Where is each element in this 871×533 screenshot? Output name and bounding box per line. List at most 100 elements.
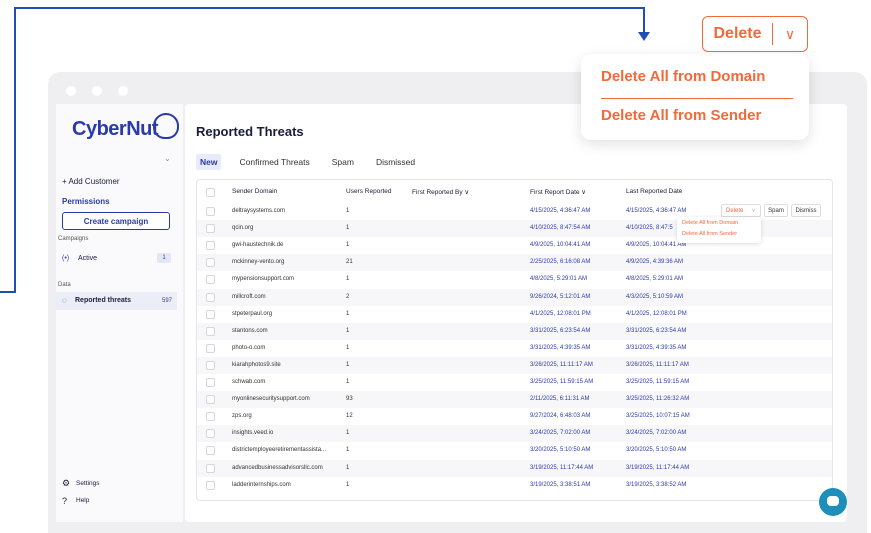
- chevron-down-icon[interactable]: ⌄: [164, 154, 171, 163]
- table-row[interactable]: [197, 323, 832, 340]
- sidebar: [56, 104, 183, 522]
- tab-new[interactable]: New: [196, 154, 222, 170]
- row-checkbox[interactable]: [206, 446, 215, 455]
- row-checkbox[interactable]: [206, 224, 215, 233]
- cell-sender-domain: kiarahphotos9.site: [232, 362, 281, 368]
- cell-last-reported-date: 4/3/2025, 5:10:59 AM: [626, 294, 684, 300]
- table-row[interactable]: [197, 340, 832, 357]
- row-delete-label: Delete: [726, 207, 744, 214]
- column-header-users-reported[interactable]: Users Reported: [346, 188, 392, 195]
- help-link[interactable]: Help: [76, 497, 89, 504]
- cell-sender-domain: zps.org: [232, 413, 252, 419]
- window-dot-3: [118, 86, 128, 96]
- cell-sender-domain: millcroft.com: [232, 294, 266, 300]
- column-header-first-reported-by[interactable]: First Reported By ∨: [412, 188, 469, 196]
- cell-first-report-date: 4/1/2025, 12:08:01 PM: [530, 311, 591, 317]
- cell-users-reported: 1: [346, 447, 350, 453]
- cell-sender-domain: districtemployeeretirementassista...: [232, 447, 327, 453]
- row-spam-button[interactable]: Spam: [764, 204, 788, 217]
- menu-item-delete-all-domain[interactable]: Delete All from Domain: [682, 220, 756, 231]
- delete-dropdown-button[interactable]: Delete ∨: [702, 16, 808, 52]
- chat-bubble-icon[interactable]: [819, 488, 847, 516]
- page-title: Reported Threats: [196, 124, 304, 139]
- cell-last-reported-date: 3/25/2025, 11:26:32 AM: [626, 396, 690, 402]
- window-dot-1: [66, 86, 76, 96]
- select-all-checkbox[interactable]: [206, 188, 215, 197]
- row-checkbox[interactable]: [206, 241, 215, 250]
- row-checkbox[interactable]: [206, 429, 215, 438]
- cell-last-reported-date: 4/10/2025, 8:47:5: [626, 225, 673, 231]
- table-row[interactable]: [197, 408, 832, 425]
- row-checkbox[interactable]: [206, 327, 215, 336]
- menu-item-delete-all-sender[interactable]: Delete All from Sender: [682, 231, 756, 242]
- cell-last-reported-date: 3/31/2025, 6:23:54 AM: [626, 328, 687, 334]
- row-checkbox[interactable]: [206, 207, 215, 216]
- cell-sender-domain: insights.veed.io: [232, 430, 274, 436]
- menu-item-delete-all-from-domain[interactable]: Delete All from Domain: [601, 68, 809, 98]
- cell-users-reported: 1: [346, 276, 350, 282]
- row-checkbox[interactable]: [206, 344, 215, 353]
- cell-first-report-date: 2/11/2025, 6:11:31 AM: [530, 396, 590, 402]
- menu-divider: [601, 98, 793, 99]
- row-dismiss-button[interactable]: Dismiss: [791, 204, 821, 217]
- cell-last-reported-date: 4/9/2025, 4:39:36 AM: [626, 259, 684, 265]
- connector-line-vertical-left: [14, 7, 16, 293]
- cell-users-reported: 1: [346, 242, 350, 248]
- row-checkbox[interactable]: [206, 258, 215, 267]
- delete-label: Delete: [713, 25, 762, 42]
- chevron-down-icon: ∨: [751, 208, 756, 214]
- tab-confirmed-threats[interactable]: Confirmed Threats: [235, 154, 313, 170]
- column-header-sender-domain[interactable]: Sender Domain: [232, 188, 277, 195]
- tab-dismissed[interactable]: Dismissed: [372, 154, 419, 170]
- table-row[interactable]: [197, 289, 832, 306]
- row-checkbox[interactable]: [206, 293, 215, 302]
- cell-last-reported-date: 4/1/2025, 12:08:01 PM: [626, 311, 687, 317]
- row-checkbox[interactable]: [206, 412, 215, 421]
- cell-first-report-date: 3/26/2025, 11:11:17 AM: [530, 362, 593, 368]
- row-checkbox[interactable]: [206, 481, 215, 490]
- create-campaign-button[interactable]: Create campaign: [62, 212, 170, 230]
- cell-first-report-date: 3/24/2025, 7:02:00 AM: [530, 430, 591, 436]
- cell-users-reported: 1: [346, 311, 350, 317]
- table-row[interactable]: [197, 374, 832, 391]
- chevron-down-icon: ∨: [784, 25, 796, 42]
- table-row[interactable]: [197, 306, 832, 323]
- active-count-badge: 1: [157, 253, 171, 263]
- tab-spam[interactable]: Spam: [328, 154, 358, 170]
- table-row[interactable]: [197, 477, 832, 494]
- cell-sender-domain: photo-o.com: [232, 345, 266, 351]
- row-checkbox[interactable]: [206, 378, 215, 387]
- table-row[interactable]: [197, 357, 832, 374]
- row-checkbox[interactable]: [206, 275, 215, 284]
- table-row[interactable]: [197, 254, 832, 271]
- cell-sender-domain: advancedbusinessadvisorsllc.com: [232, 465, 323, 471]
- sidebar-item-active[interactable]: Active: [78, 255, 97, 262]
- cell-users-reported: 21: [346, 259, 353, 265]
- cell-users-reported: 93: [346, 396, 353, 402]
- table-row[interactable]: [197, 425, 832, 442]
- cell-first-report-date: 4/10/2025, 8:47:54 AM: [530, 225, 591, 231]
- cell-first-report-date: 4/8/2025, 5:29:01 AM: [530, 276, 588, 282]
- cell-first-report-date: 3/19/2025, 3:38:51 AM: [530, 482, 591, 488]
- row-checkbox[interactable]: [206, 464, 215, 473]
- menu-item-delete-all-from-sender[interactable]: Delete All from Sender: [601, 107, 809, 137]
- tab-bar: New Confirmed Threats Spam Dismissed: [196, 154, 433, 170]
- settings-link[interactable]: Settings: [76, 480, 100, 487]
- help-icon[interactable]: ?: [62, 496, 67, 506]
- cell-sender-domain: deltraysystems.com: [232, 208, 286, 214]
- add-customer-link[interactable]: + Add Customer: [62, 177, 120, 186]
- cell-last-reported-date: 4/15/2025, 4:36:47 AM: [626, 208, 687, 214]
- cell-first-report-date: 3/20/2025, 5:10:50 AM: [530, 447, 591, 453]
- column-header-first-report-date[interactable]: First Report Date ∨: [530, 188, 586, 196]
- row-checkbox[interactable]: [206, 310, 215, 319]
- cell-users-reported: 1: [346, 379, 350, 385]
- data-section-label: Data: [58, 282, 71, 288]
- row-checkbox[interactable]: [206, 361, 215, 370]
- cell-first-report-date: 9/26/2024, 5:12:01 AM: [530, 294, 591, 300]
- campaigns-section-label: Campaigns: [58, 236, 89, 242]
- row-delete-dropdown[interactable]: Delete ∨: [721, 204, 761, 217]
- permissions-link[interactable]: Permissions: [62, 197, 110, 206]
- row-checkbox[interactable]: [206, 395, 215, 404]
- gear-icon[interactable]: ⚙: [62, 478, 70, 489]
- column-header-last-reported-date[interactable]: Last Reported Date: [626, 188, 682, 195]
